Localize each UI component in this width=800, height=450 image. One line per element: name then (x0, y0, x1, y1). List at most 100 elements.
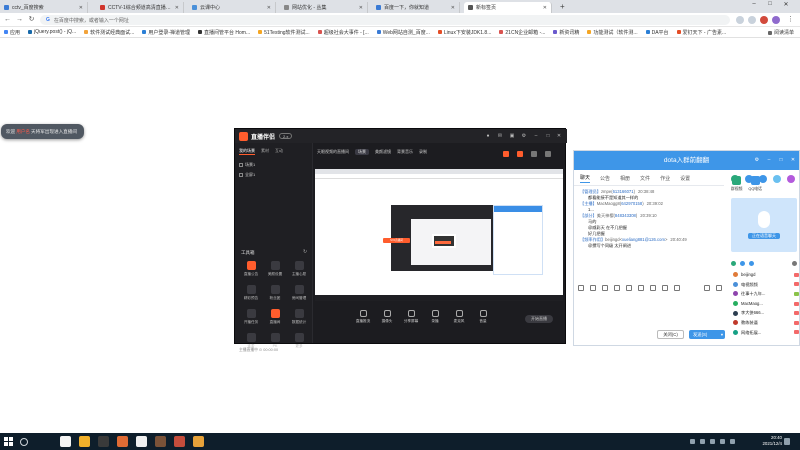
tab-close-icon[interactable]: ✕ (543, 5, 547, 11)
stream-control[interactable]: 直播推流 (355, 310, 371, 324)
scene-tag[interactable]: 场景 (355, 149, 369, 155)
taskbar-app-icon[interactable] (155, 436, 166, 447)
bookmark-item[interactable]: 21CN企业邮箱 -... (499, 29, 545, 36)
message-sender-id[interactable]: 642970158 (621, 201, 642, 206)
toolbox-item[interactable]: 精彩预告 (239, 285, 263, 301)
scene-header-item[interactable]: 录制 (419, 149, 427, 155)
send-button[interactable]: 发送(S) ▾ (689, 330, 725, 339)
emoji-icon[interactable] (578, 285, 584, 291)
toolbox-item[interactable]: 房间管理 (287, 285, 311, 301)
taskbar-app-icon[interactable] (117, 436, 128, 447)
toolbox-item[interactable]: 直播间 (263, 309, 287, 325)
gift-panel-icon[interactable] (517, 151, 523, 157)
input-method-icon[interactable] (730, 439, 735, 444)
volume-icon[interactable] (749, 260, 754, 266)
reload-icon[interactable]: ↻ (27, 15, 36, 24)
chat-tab[interactable]: 设置 (680, 175, 690, 182)
tab-close-icon[interactable]: ✕ (267, 5, 271, 11)
extension-icon[interactable] (736, 16, 744, 24)
notification-icon[interactable] (784, 438, 790, 445)
message-sender[interactable]: beijingd< (605, 237, 622, 242)
close-button[interactable]: 关闭(C) (657, 330, 684, 339)
extension-icon[interactable] (760, 16, 768, 24)
checkbox-icon[interactable] (239, 163, 243, 167)
network-icon[interactable] (710, 439, 715, 444)
toolbox-item[interactable]: 主播心愿 (287, 261, 311, 277)
send-options-icon[interactable]: ▾ (721, 330, 723, 339)
scene-item[interactable]: 场景1 (235, 160, 312, 170)
volume-icon[interactable] (720, 439, 725, 444)
settings-icon[interactable]: ⚙ (754, 157, 760, 163)
scene-header-item[interactable]: 美颜滤镜 (375, 149, 391, 155)
expand-icon[interactable] (704, 285, 710, 291)
address-bar[interactable]: G 在百度中搜索，或者输入一个网址 (40, 15, 730, 25)
member-item[interactable]: 电视频频 (733, 280, 799, 290)
toolbox-item[interactable]: 开播任务 (239, 309, 263, 325)
member-item[interactable]: 往事十九年... (733, 289, 799, 299)
scene-item[interactable]: 全屏1 (235, 170, 312, 180)
toolbox-item[interactable]: 粉丝团 (263, 285, 287, 301)
message-sender-id[interactable]: xueliang881@126.com (622, 237, 665, 242)
tab-my-scenes[interactable]: 我的场景 (239, 148, 255, 155)
record-icon[interactable] (503, 151, 509, 157)
bookmark-item[interactable]: 应用 (4, 29, 20, 36)
tab-close-icon[interactable]: ✕ (359, 5, 363, 11)
voice-chat-panel[interactable]: 正在语音聊天 (731, 198, 797, 252)
mic-toggle-icon[interactable] (731, 260, 736, 266)
tab-close-icon[interactable]: ✕ (79, 5, 83, 11)
bookmark-item[interactable]: 新资讯精 (553, 29, 579, 36)
close-window-button[interactable]: ✕ (780, 1, 792, 8)
message-sender-id[interactable]: 613166071 (613, 189, 634, 194)
tab-close-icon[interactable]: ✕ (451, 5, 455, 11)
close-voice-icon[interactable] (792, 260, 797, 266)
taskbar-app-icon[interactable] (136, 436, 147, 447)
stream-preview[interactable]: SYA直播间 (315, 169, 563, 301)
browser-tab[interactable]: CCTV-1综合频道高清直播_CCTV节目官网 ✕ (96, 2, 184, 13)
stream-control[interactable]: 摄像头 (379, 310, 395, 324)
chat-tab[interactable]: 文件 (640, 175, 650, 182)
minimize-icon[interactable]: – (766, 157, 772, 163)
share-icon[interactable] (545, 151, 551, 157)
gift-icon[interactable] (650, 285, 656, 291)
music-icon[interactable] (638, 285, 644, 291)
group-video-tab[interactable]: 群视频 (731, 176, 742, 192)
fullscreen-icon[interactable] (531, 151, 537, 157)
bookmark-item[interactable]: Linux下安装JDK1.8... (437, 29, 491, 36)
member-item[interactable]: 李大侠666... (733, 308, 799, 318)
gift-icon[interactable]: ▣ (509, 133, 515, 139)
gif-icon[interactable] (590, 285, 596, 291)
browser-tab-active[interactable]: 新标签页 ✕ (464, 2, 552, 13)
toolbox-item[interactable]: 更多 (287, 333, 311, 349)
chat-tab[interactable]: 相册 (620, 175, 630, 182)
bookmark-item[interactable]: 51Testing软件测试... (258, 29, 310, 36)
toolbox-item[interactable]: 数据统计 (287, 309, 311, 325)
tray-icon[interactable] (700, 439, 705, 444)
new-tab-button[interactable]: + (560, 2, 565, 11)
member-item[interactable]: MacMaog... (733, 299, 799, 309)
live-app-version-badge[interactable]: 2.x (279, 133, 293, 139)
refresh-icon[interactable]: ↻ (303, 249, 309, 255)
taskbar-app-icon[interactable] (174, 436, 185, 447)
bookmark-item[interactable]: 超级社会大事件 - [... (317, 29, 369, 36)
chat-input-box[interactable] (578, 296, 726, 326)
taskbar-app-icon[interactable] (98, 436, 109, 447)
message-sender[interactable]: zmpe( (601, 189, 613, 194)
browser-menu-icon[interactable]: ⋮ (786, 15, 795, 24)
go-live-button[interactable]: 开始直播 (525, 315, 553, 323)
member-item[interactable]: 网络拓展... (733, 328, 799, 338)
chat-tab[interactable]: 聊天 (580, 174, 591, 183)
more-options-icon[interactable] (674, 285, 680, 291)
bookmark-item[interactable]: DA平台 (645, 29, 669, 36)
forward-arrow-icon[interactable]: → (15, 15, 24, 24)
browser-tab[interactable]: 云课中心 ✕ (188, 2, 276, 13)
stream-control[interactable]: 录播 (427, 310, 443, 324)
chat-tab[interactable]: 作业 (660, 175, 670, 182)
bookmark-item[interactable]: Web网站自测_百度... (376, 29, 430, 36)
qq-call-tab[interactable]: QQ电话 (748, 176, 762, 192)
profile-avatar-icon[interactable] (772, 16, 780, 24)
extension-icon[interactable] (748, 16, 756, 24)
maximize-icon[interactable]: □ (545, 133, 551, 139)
image-icon[interactable] (626, 285, 632, 291)
stream-control[interactable]: 分享屏幕 (403, 310, 419, 324)
bookmark-item[interactable]: 软件测试经典面试... (84, 29, 134, 36)
